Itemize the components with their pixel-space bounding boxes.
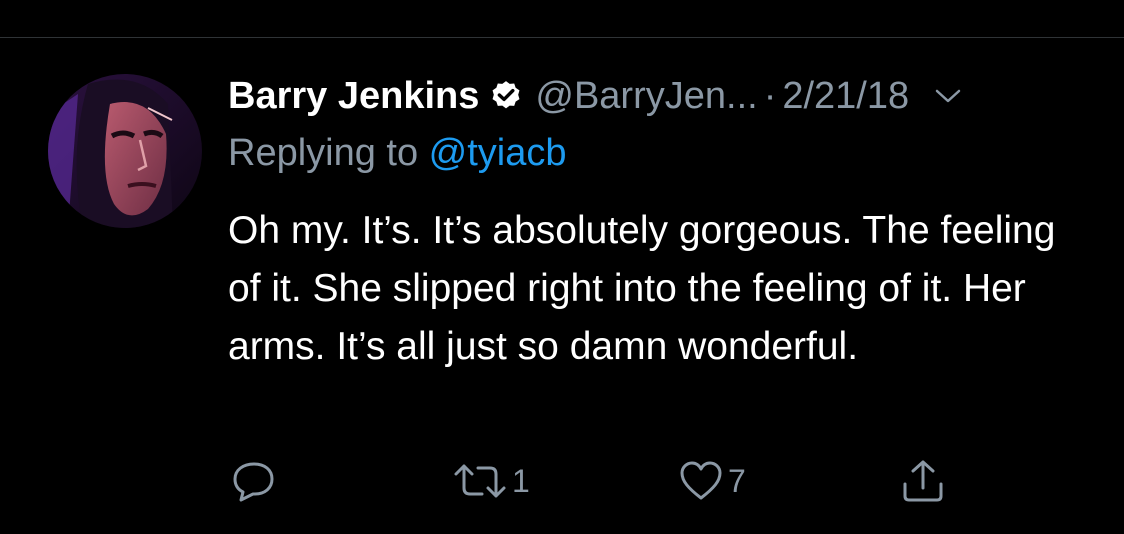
share-button[interactable] (900, 458, 946, 504)
tweet-date[interactable]: 2/21/18 (782, 75, 909, 118)
heart-icon (680, 461, 722, 500)
replying-to-label: Replying to (228, 132, 429, 174)
reply-icon[interactable] (232, 0, 272, 8)
share-icon (903, 460, 943, 502)
verified-badge-icon (492, 81, 520, 109)
share-icon[interactable] (902, 0, 946, 8)
chevron-down-icon[interactable] (933, 81, 963, 111)
reply-icon (233, 462, 274, 502)
retweet-icon[interactable] (458, 0, 508, 8)
separator-dot: · (763, 74, 777, 117)
tweet-text: Oh my. It’s. It’s absolutely gorgeous. T… (228, 209, 1056, 368)
user-handle[interactable]: @BarryJen... (535, 75, 757, 118)
retweet-icon (454, 464, 506, 498)
previous-tweet-actions (0, 0, 1124, 8)
like-count: 7 (728, 462, 746, 499)
replying-to: Replying to @tyiacb (228, 132, 567, 175)
heart-icon[interactable] (680, 0, 720, 8)
tweet-actions: 1 7 (0, 458, 1124, 508)
retweet-button[interactable]: 1 (452, 458, 530, 504)
like-button[interactable]: 7 (678, 458, 746, 504)
tweet-header: Barry Jenkins @BarryJen... · 2/21/18 (228, 72, 963, 120)
display-name[interactable]: Barry Jenkins (228, 75, 479, 118)
retweet-count: 1 (512, 462, 530, 499)
reply-button[interactable] (231, 458, 277, 504)
avatar[interactable] (48, 74, 202, 228)
tweet[interactable]: Barry Jenkins @BarryJen... · 2/21/18 Rep… (0, 38, 1124, 534)
mention-link[interactable]: @tyiacb (429, 132, 567, 174)
